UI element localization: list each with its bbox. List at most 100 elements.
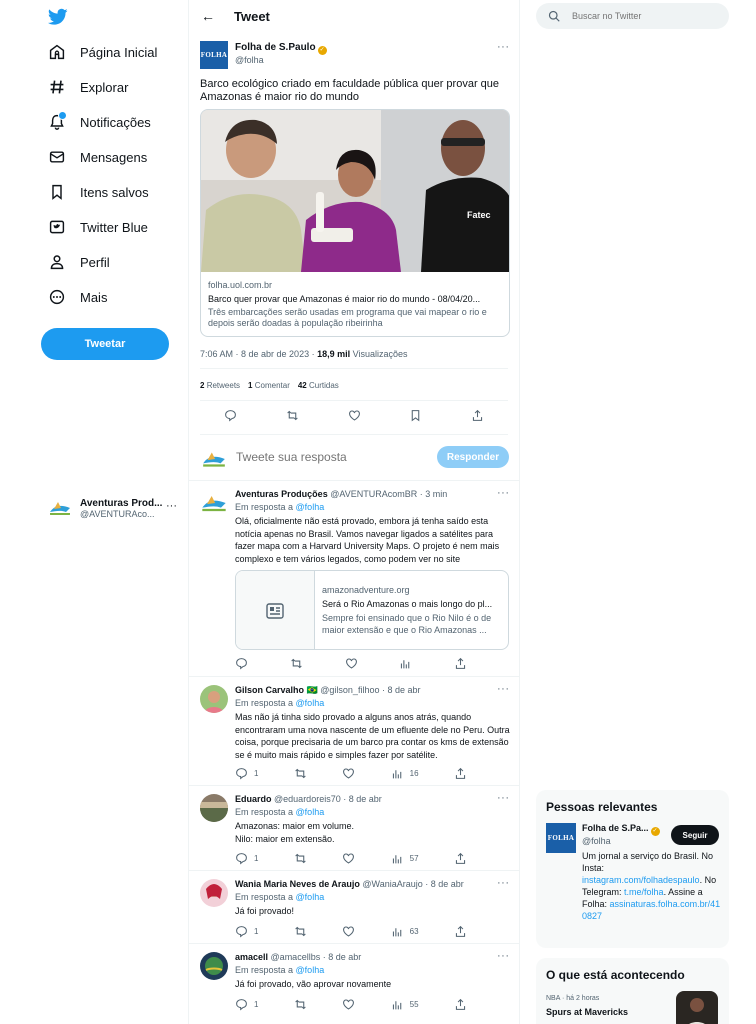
author-avatar[interactable]: FOLHA: [200, 41, 228, 69]
like-icon[interactable]: [342, 767, 355, 780]
views-count: 18,9 mil: [317, 349, 351, 359]
like-icon[interactable]: [348, 409, 361, 422]
search-box[interactable]: [536, 3, 729, 29]
share-icon[interactable]: [454, 925, 467, 938]
reply-input[interactable]: [236, 450, 416, 464]
more-options-icon[interactable]: ···: [497, 950, 510, 962]
share-icon[interactable]: [454, 657, 467, 670]
divider: [200, 434, 508, 435]
share-icon[interactable]: [454, 767, 467, 780]
twitter-logo-icon[interactable]: [48, 8, 68, 26]
like-icon[interactable]: [342, 852, 355, 865]
link-preview-card[interactable]: amazonadventure.org Será o Rio Amazonas …: [235, 570, 509, 650]
views-icon[interactable]: 55: [391, 998, 419, 1011]
like-icon[interactable]: [342, 998, 355, 1011]
reply-avatar[interactable]: [200, 489, 228, 517]
reply-tweet[interactable]: amacell @amacellbs · 8 de abr ··· Em res…: [189, 944, 519, 1024]
panel-title: Pessoas relevantes: [546, 800, 658, 814]
reply-icon[interactable]: [235, 657, 248, 670]
reply-context: Em resposta a @folha: [235, 892, 325, 902]
notification-badge: [58, 111, 67, 120]
panel-title: O que está acontecendo: [546, 968, 685, 982]
tweet-button[interactable]: Tweetar: [41, 328, 169, 360]
retweet-icon[interactable]: [294, 852, 307, 865]
author-handle[interactable]: @folha: [235, 55, 264, 65]
share-icon[interactable]: [454, 852, 467, 865]
account-switcher[interactable]: Aventuras Prod... @AVENTURAco... ···: [48, 494, 178, 522]
retweet-icon[interactable]: [294, 767, 307, 780]
share-icon[interactable]: [471, 409, 484, 422]
right-sidebar: Pessoas relevantes FOLHA Folha de S.Pa..…: [520, 0, 756, 1024]
views-icon[interactable]: 16: [391, 767, 419, 780]
bio-link[interactable]: instagram.com/folhadespaulo: [582, 875, 700, 885]
reply-avatar[interactable]: [200, 879, 228, 907]
reply-header: Gilson Carvalho 🇧🇷 @gilson_filhoo · 8 de…: [235, 685, 421, 695]
card-title: Barco quer provar que Amazonas é maior r…: [208, 294, 481, 304]
search-input[interactable]: [572, 11, 712, 21]
reply-tweet[interactable]: Eduardo @eduardoreis70 · 8 de abr ··· Em…: [189, 786, 519, 871]
bio-link[interactable]: t.me/folha: [624, 887, 664, 897]
trend-image[interactable]: [676, 991, 718, 1024]
nav-item-bookmarks[interactable]: Itens salvos: [48, 178, 149, 206]
share-icon[interactable]: [454, 998, 467, 1011]
reply-button[interactable]: Responder: [437, 446, 509, 468]
nav-item-notifications[interactable]: Notificações: [48, 108, 151, 136]
nav-item-twitter-blue[interactable]: Twitter Blue: [48, 213, 148, 241]
nav-item-label: Explorar: [80, 79, 129, 95]
comments-stat[interactable]: 1 Comentar: [248, 381, 290, 390]
reply-avatar[interactable]: [200, 952, 228, 980]
reply-context: Em resposta a @folha: [235, 502, 325, 512]
main-column: ← Tweet FOLHA Folha de S.Paulo ✓ @folha ·…: [188, 0, 520, 1024]
retweet-icon[interactable]: [294, 925, 307, 938]
like-icon[interactable]: [345, 657, 358, 670]
views-icon[interactable]: 63: [391, 925, 419, 938]
nav-item-messages[interactable]: Mensagens: [48, 143, 147, 171]
tweet-actions: [224, 409, 484, 422]
reply-tweet[interactable]: Gilson Carvalho 🇧🇷 @gilson_filhoo · 8 de…: [189, 677, 519, 786]
reply-context: Em resposta a @folha: [235, 965, 325, 975]
reply-avatar[interactable]: [200, 685, 228, 713]
reply-icon[interactable]: [224, 409, 237, 422]
retweet-icon[interactable]: [294, 998, 307, 1011]
reply-icon[interactable]: 1: [235, 925, 258, 938]
nav-item-profile[interactable]: Perfil: [48, 248, 110, 276]
link-preview-card[interactable]: Fatec folha.uol.com.br Barco quer provar…: [200, 109, 510, 337]
likes-stat[interactable]: 42 Curtidas: [298, 381, 339, 390]
relevant-avatar[interactable]: FOLHA: [546, 823, 576, 853]
reply-icon[interactable]: 1: [235, 767, 258, 780]
more-options-icon[interactable]: ···: [497, 792, 510, 804]
views-icon[interactable]: [399, 657, 412, 670]
nav-item-label: Itens salvos: [80, 184, 149, 200]
hashtag-icon: [48, 78, 66, 96]
retweet-icon[interactable]: [290, 657, 303, 670]
more-options-icon[interactable]: ···: [497, 877, 510, 889]
reply-header: Eduardo @eduardoreis70 · 8 de abr: [235, 794, 382, 804]
retweet-icon[interactable]: [286, 409, 299, 422]
like-icon[interactable]: [342, 925, 355, 938]
reply-icon[interactable]: 1: [235, 852, 258, 865]
views-label: Visualizações: [352, 349, 408, 359]
bookmark-icon[interactable]: [409, 409, 422, 422]
follow-button[interactable]: Seguir: [671, 825, 719, 845]
more-options-icon[interactable]: ···: [497, 41, 510, 53]
relevant-bio: Um jornal a serviço do Brasil. No Insta:…: [582, 851, 721, 921]
reply-tweet[interactable]: Aventuras Produções @AVENTURAcomBR · 3 m…: [189, 481, 519, 677]
nav-item-home[interactable]: Página Inicial: [48, 38, 157, 66]
retweets-stat[interactable]: 2 Retweets: [200, 381, 240, 390]
reply-tweet[interactable]: Wania Maria Neves de Araujo @WaniaAraujo…: [189, 871, 519, 944]
relevant-name[interactable]: Folha de S.Pa... ✓: [582, 823, 660, 836]
reply-icon[interactable]: 1: [235, 998, 258, 1011]
timestamp-text: 7:06 AM · 8 de abr de 2023 ·: [200, 349, 315, 359]
views-icon[interactable]: 57: [391, 852, 419, 865]
back-arrow-icon[interactable]: ←: [201, 8, 215, 24]
nav-item-more[interactable]: Mais: [48, 283, 107, 311]
home-icon: [48, 43, 66, 61]
author-name[interactable]: Folha de S.Paulo ✓: [235, 42, 327, 55]
trend-title[interactable]: Spurs at Mavericks: [546, 1007, 628, 1017]
more-options-icon[interactable]: ···: [497, 683, 510, 695]
more-options-icon[interactable]: ···: [497, 487, 510, 499]
user-avatar: [201, 446, 227, 472]
reply-avatar[interactable]: [200, 794, 228, 822]
page-header: ← Tweet: [189, 0, 519, 34]
nav-item-explore[interactable]: Explorar: [48, 73, 128, 101]
